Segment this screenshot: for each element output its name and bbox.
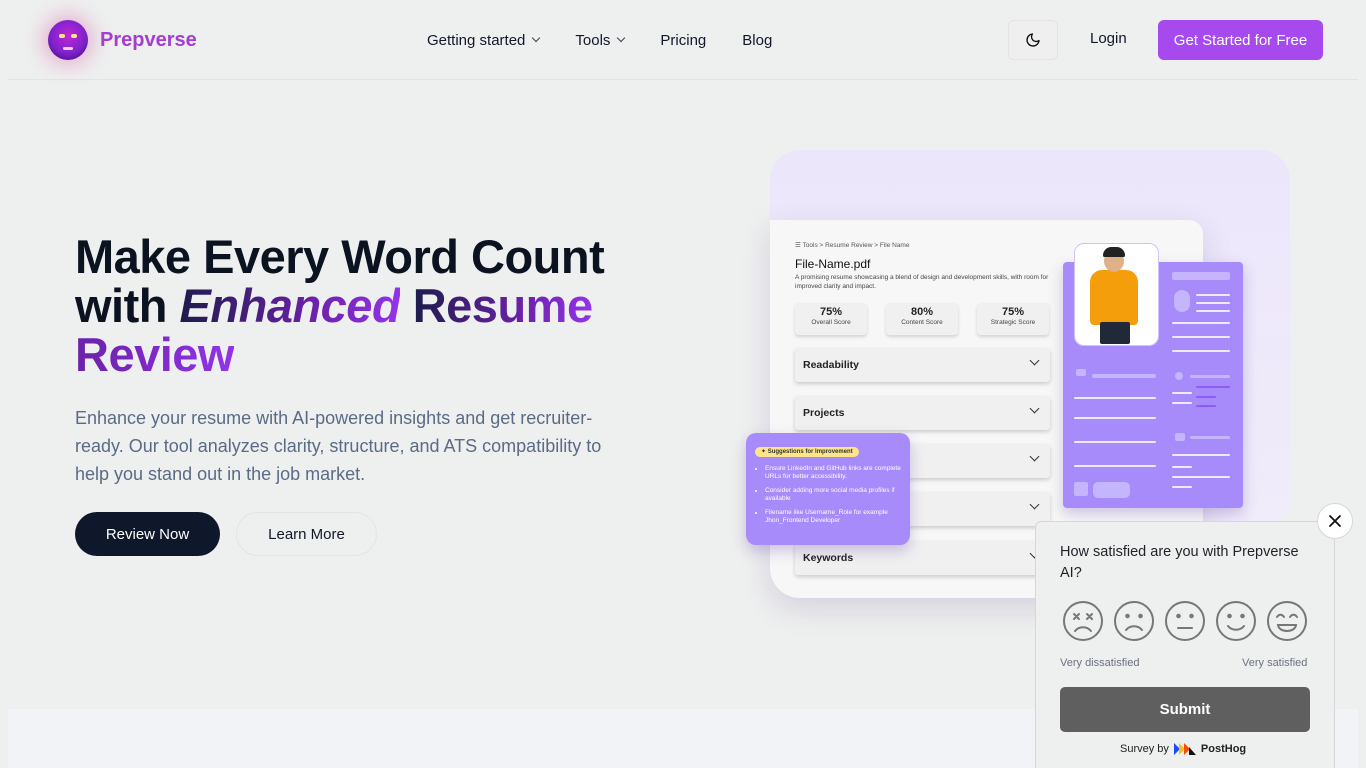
brand-name: Prepverse [100, 28, 197, 51]
illustration-file-desc: A promising resume showcasing a blend of… [795, 274, 1049, 290]
sparkle-icon: ✦ [761, 449, 767, 455]
review-now-button[interactable]: Review Now [75, 512, 220, 556]
menu-getting-started[interactable]: Getting started [427, 32, 541, 49]
chevron-down-icon [532, 33, 541, 43]
score-strategic: 75% Strategic Score [977, 303, 1049, 335]
chevron-down-icon [1029, 451, 1040, 462]
face-satisfied-icon[interactable] [1215, 600, 1257, 642]
brand-logo[interactable]: Prepverse [48, 20, 197, 60]
posthog-logo-icon [1173, 743, 1196, 755]
illustration-breadcrumb: ☰ Tools > Resume Review > File Name [795, 242, 910, 249]
hero-title: Make Every Word Count with Enhanced Resu… [75, 230, 605, 381]
scale-high-label: Very satisfied [1242, 657, 1308, 669]
rating-scale [1062, 600, 1308, 642]
moon-icon [1026, 33, 1040, 47]
qr-code-icon [1074, 482, 1088, 496]
top-navbar: Prepverse Getting started Tools Pricing … [8, 0, 1358, 80]
profile-icon [1174, 290, 1190, 312]
menu-lines-icon: ☰ [795, 242, 801, 249]
face-neutral-icon[interactable] [1164, 600, 1206, 642]
face-dissatisfied-icon[interactable] [1113, 600, 1155, 642]
score-content: 80% Content Score [886, 303, 958, 335]
survey-submit-button[interactable]: Submit [1060, 687, 1310, 732]
chevron-down-icon [617, 33, 626, 43]
survey-attribution[interactable]: Survey by PostHog [1120, 743, 1246, 755]
score-overall: 75% Overall Score [795, 303, 867, 335]
learn-more-button[interactable]: Learn More [236, 512, 377, 556]
menu-pricing[interactable]: Pricing [660, 32, 706, 49]
menu-tools[interactable]: Tools [575, 32, 626, 49]
section-readability: Readability [795, 348, 1050, 382]
survey-close-button[interactable] [1317, 503, 1353, 539]
suggestions-tag: ✦ Suggestions for Improvement [755, 447, 859, 457]
face-very-dissatisfied-icon[interactable] [1062, 600, 1104, 642]
menu-blog[interactable]: Blog [742, 32, 772, 49]
theme-toggle-button[interactable] [1008, 20, 1058, 60]
hero-description: Enhance your resume with AI-powered insi… [75, 408, 602, 484]
survey-question: How satisfied are you with Prepverse AI? [1060, 544, 1299, 581]
main-menu: Getting started Tools Pricing Blog [427, 0, 808, 80]
close-icon [1329, 515, 1341, 527]
scale-low-label: Very dissatisfied [1060, 657, 1140, 669]
face-very-satisfied-icon[interactable] [1266, 600, 1308, 642]
mail-icon [1175, 433, 1185, 441]
get-started-button[interactable]: Get Started for Free [1158, 20, 1323, 60]
section-keywords: Keywords [795, 541, 1050, 575]
chevron-down-icon [1029, 355, 1040, 366]
login-link[interactable]: Login [1090, 30, 1127, 47]
chevron-down-icon [1029, 499, 1040, 510]
chevron-down-icon [1029, 403, 1040, 414]
illustration-file-name: File-Name.pdf [795, 257, 871, 271]
logo-face-icon [48, 20, 88, 60]
section-projects: Projects [795, 396, 1050, 430]
